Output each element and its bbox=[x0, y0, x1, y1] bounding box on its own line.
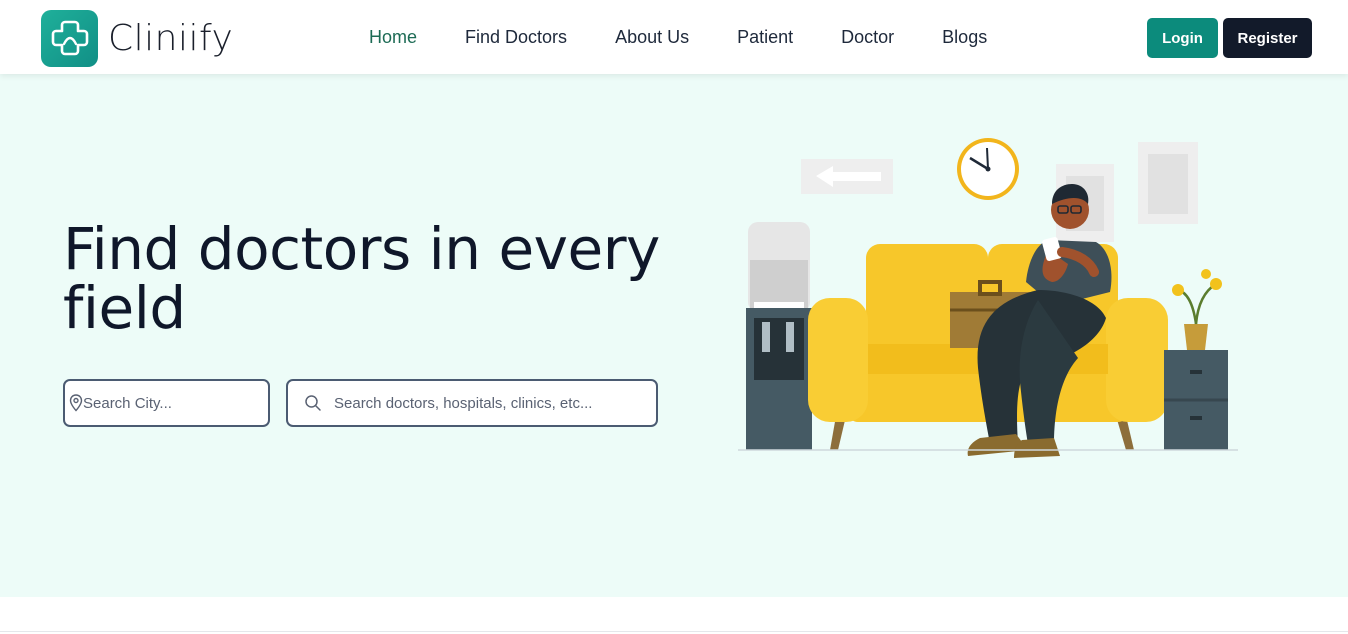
side-cabinet bbox=[1164, 269, 1228, 450]
main-nav: Home Find Doctors About Us Patient Docto… bbox=[345, 0, 1011, 74]
section-divider bbox=[0, 631, 1348, 632]
brand-name: Cliniify bbox=[108, 17, 234, 59]
arrow-sign-icon bbox=[801, 159, 893, 194]
register-button[interactable]: Register bbox=[1223, 18, 1312, 58]
hero-title: Find doctors in every field bbox=[63, 215, 660, 342]
brand-logo-link[interactable]: Cliniify bbox=[41, 9, 234, 67]
nav-doctor[interactable]: Doctor bbox=[817, 0, 918, 74]
water-dispenser bbox=[746, 222, 812, 450]
nav-blogs[interactable]: Blogs bbox=[918, 0, 1011, 74]
wall-clock-icon bbox=[957, 138, 1019, 200]
map-pin-icon bbox=[65, 394, 83, 412]
doctor-search-input[interactable] bbox=[334, 381, 656, 425]
city-search-field[interactable] bbox=[63, 379, 282, 427]
city-search-input[interactable] bbox=[83, 381, 282, 425]
nav-patient[interactable]: Patient bbox=[713, 0, 817, 74]
waiting-room-illustration bbox=[738, 138, 1238, 458]
nav-about-us[interactable]: About Us bbox=[591, 0, 713, 74]
medical-cross-icon bbox=[41, 9, 98, 67]
nav-home[interactable]: Home bbox=[345, 0, 441, 74]
nav-find-doctors[interactable]: Find Doctors bbox=[441, 0, 591, 74]
login-button[interactable]: Login bbox=[1147, 18, 1218, 58]
doctor-search-field[interactable] bbox=[286, 379, 658, 427]
search-icon bbox=[288, 394, 334, 412]
hero-section: Find doctors in every field bbox=[0, 74, 1348, 597]
site-header: Cliniify Home Find Doctors About Us Pati… bbox=[0, 0, 1348, 74]
